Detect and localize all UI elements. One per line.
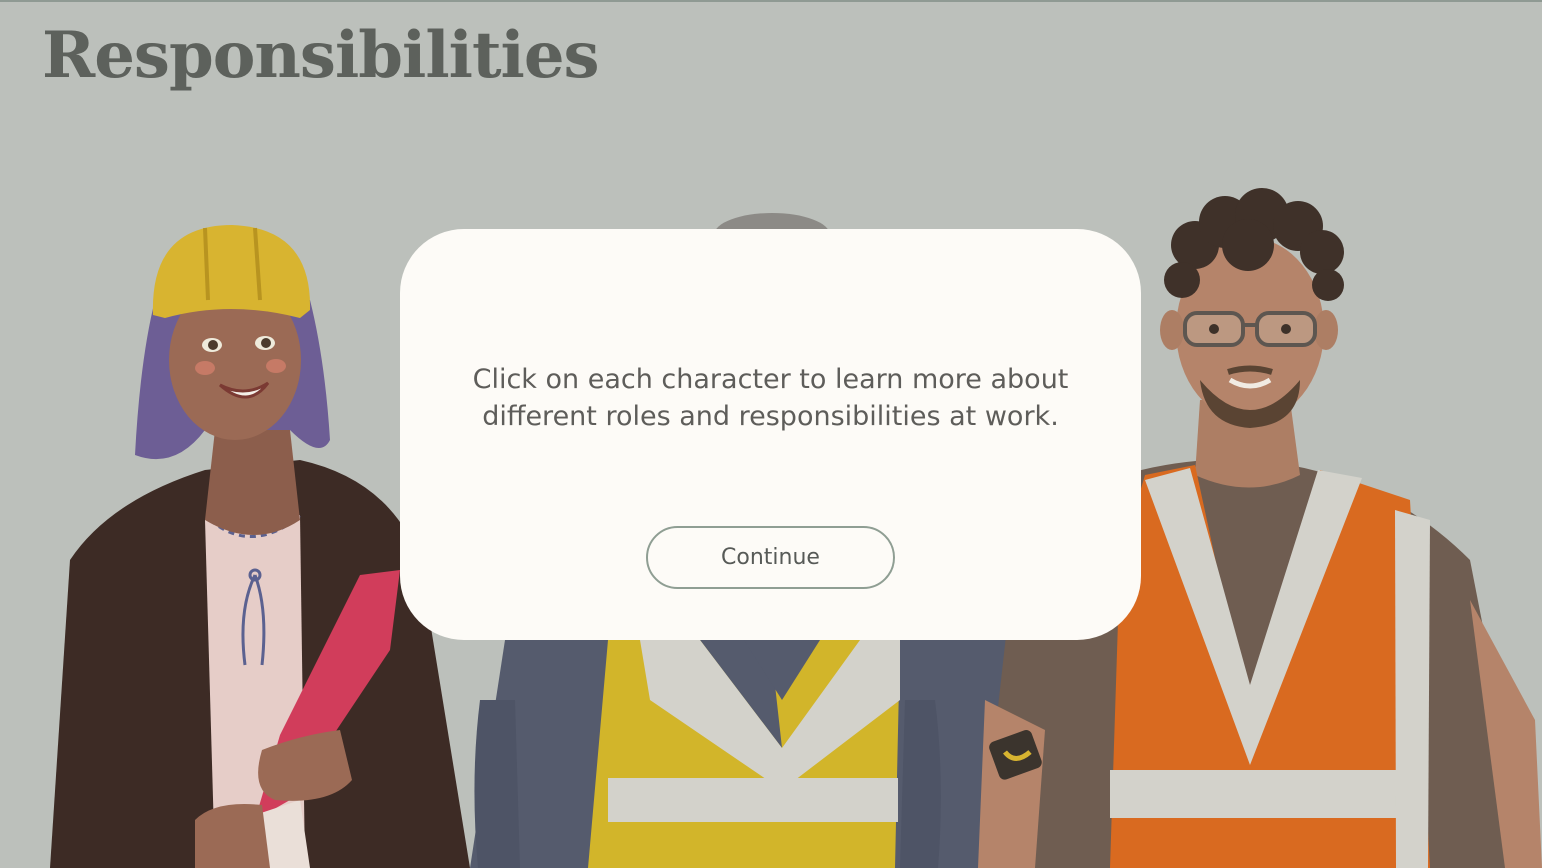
activity-screen: Responsibilities Click on each character… — [0, 0, 1542, 868]
intro-dialog: Click on each character to learn more ab… — [400, 229, 1141, 640]
dialog-message: Click on each character to learn more ab… — [472, 364, 1069, 432]
continue-button[interactable]: Continue — [646, 526, 895, 589]
